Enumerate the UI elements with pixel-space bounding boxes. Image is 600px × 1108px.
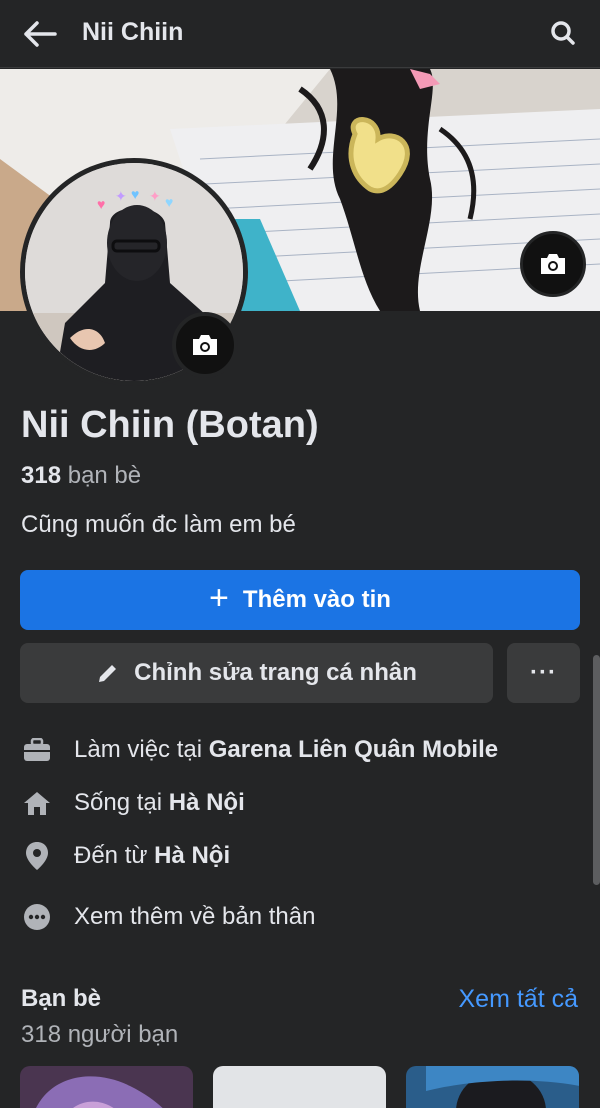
friend-thumbnail[interactable] [20, 1066, 193, 1108]
back-arrow-icon[interactable] [20, 14, 60, 54]
cover-camera-button[interactable] [520, 231, 586, 297]
edit-profile-label: Chỉnh sửa trang cá nhân [134, 659, 417, 686]
add-to-story-button[interactable]: + Thêm vào tin [20, 570, 580, 630]
edit-profile-button[interactable]: Chỉnh sửa trang cá nhân [20, 643, 493, 703]
svg-text:♥: ♥ [97, 196, 105, 212]
camera-icon [541, 254, 565, 274]
scrollbar[interactable] [593, 655, 600, 885]
more-options-button[interactable]: ··· [507, 643, 580, 703]
detail-from-prefix: Đến từ [74, 842, 155, 869]
search-icon[interactable] [546, 16, 580, 50]
profile-bio: Cũng muốn đc làm em bé [21, 511, 296, 538]
detail-work[interactable]: Làm việc tại Garena Liên Quân Mobile [20, 730, 580, 770]
ellipsis-icon: ··· [530, 659, 557, 686]
detail-from[interactable]: Đến từ Hà Nội [20, 836, 580, 876]
detail-lives-prefix: Sống tại [74, 789, 169, 816]
avatar-camera-button[interactable] [172, 312, 238, 378]
briefcase-icon [20, 733, 54, 767]
detail-see-more[interactable]: Xem thêm về bản thân [20, 897, 580, 937]
detail-work-value: Garena Liên Quân Mobile [208, 736, 499, 763]
plus-icon: + [209, 578, 229, 617]
friends-word: bạn bè [67, 462, 142, 489]
detail-see-more-label: Xem thêm về bản thân [74, 903, 316, 930]
svg-text:♥: ♥ [165, 194, 173, 210]
friends-section-title: Bạn bè [21, 985, 102, 1012]
svg-text:♥: ♥ [131, 186, 139, 202]
friends-section-count: 318 người bạn [21, 1021, 179, 1048]
profile-name: Nii Chiin (Botan) [21, 404, 319, 446]
friend-thumbnail[interactable] [213, 1066, 386, 1108]
friend-thumbnail[interactable] [406, 1066, 579, 1108]
svg-text:✦: ✦ [149, 188, 161, 204]
page-title: Nii Chiin [82, 18, 184, 46]
top-bar: Nii Chiin [0, 0, 600, 68]
detail-from-value: Hà Nội [154, 842, 231, 869]
detail-lives-in[interactable]: Sống tại Hà Nội [20, 783, 580, 823]
friends-number: 318 [21, 462, 62, 489]
camera-icon [193, 335, 217, 355]
location-pin-icon [20, 839, 54, 873]
pencil-icon [99, 665, 117, 682]
see-all-friends-link[interactable]: Xem tất cả [459, 985, 579, 1014]
detail-work-prefix: Làm việc tại [74, 736, 209, 763]
svg-text:✦: ✦ [115, 188, 127, 204]
friends-count-line[interactable]: 318 bạn bè [21, 462, 141, 490]
home-icon [20, 786, 54, 820]
add-to-story-label: Thêm vào tin [242, 586, 391, 613]
detail-lives-value: Hà Nội [168, 789, 245, 816]
more-dots-icon [20, 900, 54, 934]
